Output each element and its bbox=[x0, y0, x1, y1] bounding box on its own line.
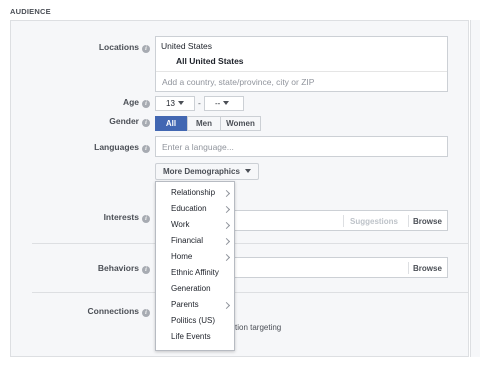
locations-divider bbox=[156, 71, 447, 72]
interests-divider bbox=[408, 215, 409, 227]
menu-item-education[interactable]: Education bbox=[171, 204, 207, 213]
menu-item-financial[interactable]: Financial bbox=[171, 236, 203, 245]
more-demographics-menu: Relationship Education Work Financial Ho… bbox=[155, 181, 235, 351]
interests-label-text: Interests bbox=[103, 212, 139, 222]
right-panel-edge bbox=[470, 20, 480, 357]
menu-item-parents[interactable]: Parents bbox=[171, 300, 199, 309]
age-min-select[interactable]: 13 bbox=[155, 96, 195, 111]
interests-divider bbox=[343, 215, 344, 227]
section-separator bbox=[32, 292, 469, 293]
info-icon[interactable]: i bbox=[142, 145, 150, 153]
info-icon[interactable]: i bbox=[142, 215, 150, 223]
menu-item-life-events[interactable]: Life Events bbox=[171, 332, 211, 341]
age-label: Age i bbox=[123, 97, 150, 108]
menu-item-ethnic-affinity[interactable]: Ethnic Affinity bbox=[171, 268, 219, 277]
gender-label-text: Gender bbox=[109, 116, 139, 126]
caret-down-icon bbox=[177, 101, 184, 105]
interests-label: Interests i bbox=[104, 212, 150, 223]
locations-label: Locations i bbox=[99, 42, 150, 53]
caret-down-icon bbox=[223, 101, 230, 105]
languages-label: Languages i bbox=[94, 142, 150, 153]
behaviors-label-text: Behaviors bbox=[97, 263, 139, 273]
gender-men-button[interactable]: Men bbox=[187, 116, 221, 131]
languages-placeholder: Enter a language... bbox=[162, 142, 234, 152]
more-demographics-button[interactable]: More Demographics bbox=[155, 163, 259, 180]
connections-label: Connections i bbox=[88, 306, 150, 317]
menu-item-work[interactable]: Work bbox=[171, 220, 190, 229]
gender-all-button[interactable]: All bbox=[155, 116, 187, 131]
interests-browse-button[interactable]: Browse bbox=[413, 217, 442, 226]
locations-label-text: Locations bbox=[98, 42, 139, 52]
info-icon[interactable]: i bbox=[142, 266, 150, 274]
connection-targeting-text[interactable]: ction targeting bbox=[231, 323, 281, 332]
age-max-value: -- bbox=[215, 99, 221, 108]
menu-item-home[interactable]: Home bbox=[171, 252, 192, 261]
languages-input[interactable]: Enter a language... bbox=[155, 136, 448, 157]
behaviors-divider bbox=[408, 262, 409, 274]
chevron-right-icon bbox=[222, 221, 231, 230]
location-country: United States bbox=[161, 41, 213, 51]
chevron-right-icon bbox=[222, 301, 231, 310]
connections-label-text: Connections bbox=[87, 306, 139, 316]
suggestions-button[interactable]: Suggestions bbox=[350, 217, 398, 226]
age-label-text: Age bbox=[122, 97, 139, 107]
info-icon[interactable]: i bbox=[142, 309, 150, 317]
age-min-value: 13 bbox=[166, 99, 175, 108]
section-title: AUDIENCE bbox=[10, 7, 51, 16]
locations-box[interactable]: United States All United States Add a co… bbox=[155, 36, 448, 92]
gender-women-button[interactable]: Women bbox=[220, 116, 261, 131]
chevron-right-icon bbox=[222, 189, 231, 198]
caret-down-icon bbox=[244, 169, 251, 173]
behaviors-label: Behaviors i bbox=[98, 263, 150, 274]
menu-item-generation[interactable]: Generation bbox=[171, 284, 211, 293]
behaviors-browse-button[interactable]: Browse bbox=[413, 264, 442, 273]
menu-item-relationship[interactable]: Relationship bbox=[171, 188, 215, 197]
info-icon[interactable]: i bbox=[142, 100, 150, 108]
languages-label-text: Languages bbox=[94, 142, 139, 152]
gender-label: Gender i bbox=[109, 116, 150, 127]
locations-search-input[interactable]: Add a country, state/province, city or Z… bbox=[162, 77, 314, 87]
section-separator bbox=[32, 243, 469, 244]
chevron-right-icon bbox=[222, 253, 231, 262]
menu-item-politics[interactable]: Politics (US) bbox=[171, 316, 215, 325]
age-max-select[interactable]: -- bbox=[204, 96, 244, 111]
more-demographics-label: More Demographics bbox=[163, 167, 240, 176]
info-icon[interactable]: i bbox=[142, 119, 150, 127]
age-separator: - bbox=[198, 98, 201, 108]
location-scope[interactable]: All United States bbox=[176, 56, 244, 66]
info-icon[interactable]: i bbox=[142, 45, 150, 53]
chevron-right-icon bbox=[222, 237, 231, 246]
chevron-right-icon bbox=[222, 205, 231, 214]
